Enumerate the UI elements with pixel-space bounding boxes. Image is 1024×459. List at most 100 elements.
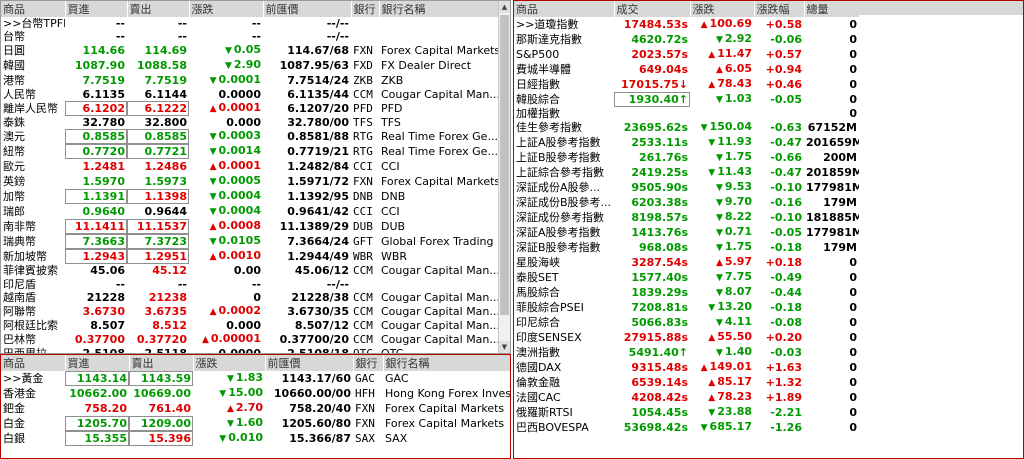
table-row[interactable]: 佳生參考指數 23695.62s ▼ 150.04 -0.63 67152M xyxy=(514,120,859,135)
ask-price: 11.1537 xyxy=(127,219,189,235)
commodity-name: 新加坡幣 xyxy=(3,250,47,264)
column-header[interactable]: 賣出 xyxy=(127,1,190,17)
column-header[interactable]: 買進 xyxy=(65,355,130,371)
table-row[interactable]: 巴西里拉 2.5108 2.5118 0.0000 2.5108/18 OTC OTC xyxy=(1,347,499,353)
column-header[interactable]: 總量 xyxy=(804,1,860,17)
previous-quote: 1.2482/84 xyxy=(287,160,349,174)
table-row[interactable]: 阿聯幣 3.6730 3.6735 ▲ 0.0002 3.6730/35 CCM Cougar… xyxy=(1,304,499,319)
scroll-down-icon[interactable]: ▼ xyxy=(499,341,510,353)
column-header[interactable]: 漲跌 xyxy=(690,1,755,17)
column-header[interactable]: 銀行 xyxy=(353,355,384,371)
table-row[interactable]: 深証A股參考指數 1413.76s ▼ 0.71 -0.05 177981M xyxy=(514,225,859,240)
table-row[interactable]: 港幣 7.7519 7.7519 ▼ 0.0001 7.7514/24 ZKB ZKB xyxy=(1,73,499,88)
table-row[interactable]: 俄羅斯RTSI 1054.45s ▼ 23.88 -2.21 0 xyxy=(514,405,859,420)
table-row[interactable]: >>道瓊指數 17484.53s ▲ 100.69 +0.58 0 xyxy=(514,17,859,32)
table-row[interactable]: 香港金 10662.00 10669.00 ▼ 15.00 10660.00/00 HFH H… xyxy=(1,386,510,401)
table-row[interactable]: 韓國 1087.90 1088.58 ▼ 2.90 1087.95/63 FXD FX Dea… xyxy=(1,58,499,73)
change-value: 13.20 xyxy=(717,300,752,314)
table-row[interactable]: 紐幣 0.7720 0.7721 ▼ 0.0014 0.7719/21 RTG Real Ti… xyxy=(1,144,499,160)
bank-code: TFS xyxy=(353,116,373,130)
table-row[interactable]: 澳元 0.8585 0.8585 ▼ 0.0003 0.8581/88 RTG Real Ti… xyxy=(1,129,499,145)
fx-scrollbar[interactable]: ▲ ▼ xyxy=(498,1,510,353)
table-row[interactable]: 巴西BOVESPA 53698.42s ▼ 685.17 -1.26 0 xyxy=(514,420,859,435)
table-row[interactable]: 那斯達克指數 4620.72s ▼ 2.92 -0.06 0 xyxy=(514,32,859,47)
table-row[interactable]: 深証成份A股參... 9505.90s ▼ 9.53 -0.10 177981M xyxy=(514,180,859,195)
table-row[interactable]: 印尼盾 -- -- -- --/-- xyxy=(1,277,499,291)
volume: 179M xyxy=(823,196,857,210)
table-row[interactable]: 上証A股參考指數 2533.11s ▼ 11.93 -0.47 201659M xyxy=(514,135,859,150)
table-row[interactable]: >>黃金 1143.14 1143.59 ▼ 1.83 1143.17/60 GAC GAC xyxy=(1,371,510,386)
column-header[interactable]: 漲跌 xyxy=(189,1,264,17)
table-row[interactable]: 日經指數 17015.75↓ ▲ 78.43 +0.46 0 xyxy=(514,77,859,92)
table-row[interactable]: 白銀 15.355 15.396 ▼ 0.010 15.366/87 SAX SAX xyxy=(1,431,510,446)
table-row[interactable]: S&P500 2023.57s ▲ 11.47 +0.57 0 xyxy=(514,47,859,62)
down-arrow-icon: ▼ xyxy=(715,288,723,299)
ask-price: 0.9644 xyxy=(144,205,187,219)
table-row[interactable]: 台幣 -- -- -- --/-- xyxy=(1,30,499,43)
table-row[interactable]: 人民幣 6.1135 6.1144 0.0000 6.1135/44 CCM Cougar … xyxy=(1,88,499,101)
scroll-up-icon[interactable]: ▲ xyxy=(499,1,510,13)
ask-price: 0.7721 xyxy=(127,144,189,160)
table-row[interactable]: 深証成份參考指數 8198.57s ▼ 8.22 -0.10 181885M xyxy=(514,210,859,225)
table-row[interactable]: 南非幣 11.1411 11.1537 ▲ 0.0008 11.1389/29 DUB DUB xyxy=(1,219,499,235)
change-cell: ▲ 78.23 xyxy=(690,390,754,405)
table-row[interactable]: 菲股綜合PSEI 7208.81s ▼ 13.20 -0.18 0 xyxy=(514,300,859,315)
column-header[interactable]: 漲跌幅 xyxy=(754,1,805,17)
change-value: 0.71 xyxy=(724,225,752,239)
down-arrow-icon: ▼ xyxy=(715,348,723,359)
table-row[interactable]: 鈀金 758.20 761.40 ▲ 2.70 758.20/40 FXN Forex Cap… xyxy=(1,401,510,416)
change-percent: +0.46 xyxy=(765,78,802,91)
column-header[interactable]: 賣出 xyxy=(129,355,194,371)
table-row[interactable]: 倫敦金融 6539.14s ▲ 85.17 +1.32 0 xyxy=(514,375,859,390)
table-row[interactable]: 泰銖 32.780 32.800 0.000 32.780/00 TFS TFS xyxy=(1,116,499,129)
table-row[interactable]: 菲律賓披索 45.06 45.12 0.00 45.06/12 CCM Cougar Cap… xyxy=(1,264,499,277)
down-arrow-icon: ▼ xyxy=(209,237,217,248)
table-row[interactable]: 印度SENSEX 27915.88s ▲ 55.50 +0.20 0 xyxy=(514,330,859,345)
table-row[interactable]: 巴林幣 0.37700 0.37720 ▲ 0.00001 0.37700/20 CCM Co… xyxy=(1,332,499,347)
fx-scroll-thumb[interactable] xyxy=(500,15,509,315)
table-row[interactable]: 日圓 114.66 114.69 ▼ 0.05 114.67/68 FXN Forex Cap… xyxy=(1,43,499,58)
table-row[interactable]: 深証成份B股參考... 6203.38s ▼ 9.70 -0.16 179M xyxy=(514,195,859,210)
index-name: 深証成份A股參... xyxy=(516,181,601,195)
table-row[interactable]: 深証B股參考指數 968.08s ▼ 1.75 -0.18 179M xyxy=(514,240,859,255)
column-header[interactable]: 商品 xyxy=(1,355,66,371)
table-row[interactable]: 星股海峽 3287.54s ▲ 5.97 +0.18 0 xyxy=(514,255,859,270)
table-row[interactable]: 法國CAC 4208.42s ▲ 78.23 +1.89 0 xyxy=(514,390,859,405)
column-header[interactable]: 前匯價 xyxy=(265,355,354,371)
table-row[interactable]: 瑞典幣 7.3663 7.3723 ▼ 0.0105 7.3664/24 GFT Global… xyxy=(1,234,499,250)
column-header[interactable]: 成交 xyxy=(614,1,691,17)
table-row[interactable]: 離岸人民幣 6.1202 6.1222 ▲ 0.0001 6.1207/20 PFD PFD xyxy=(1,101,499,117)
change-cell: ▲ 100.69 xyxy=(690,17,754,32)
column-header[interactable]: 買進 xyxy=(65,1,128,17)
table-row[interactable]: 阿根廷比索 8.507 8.512 0.000 8.507/12 CCM Cougar Ca… xyxy=(1,319,499,332)
table-row[interactable]: 新加坡幣 1.2943 1.2951 ▲ 0.0010 1.2944/49 WBR WBR xyxy=(1,249,499,265)
table-row[interactable]: 泰股SET 1577.40s ▼ 7.75 -0.49 0 xyxy=(514,270,859,285)
table-row[interactable]: 歐元 1.2481 1.2486 ▲ 0.0001 1.2482/84 CCI CCI xyxy=(1,159,499,174)
table-row[interactable]: 費城半導體 649.04s ▲ 6.05 +0.94 0 xyxy=(514,62,859,77)
table-row[interactable]: >>台幣TPFI -- -- -- --/-- xyxy=(1,17,499,30)
column-header[interactable]: 前匯價 xyxy=(263,1,352,17)
table-row[interactable]: 越南盾 21228 21238 0 21228/38 CCM Cougar Capital … xyxy=(1,291,499,304)
table-row[interactable]: 上証B股參考指數 261.76s ▼ 1.75 -0.66 200M xyxy=(514,150,859,165)
column-header[interactable]: 商品 xyxy=(514,1,615,17)
table-row[interactable]: 馬股綜合 1839.29s ▼ 8.07 -0.44 0 xyxy=(514,285,859,300)
table-row[interactable]: 瑞郎 0.9640 0.9644 ▼ 0.0004 0.9641/42 CCI CCI xyxy=(1,204,499,219)
table-row[interactable]: 上証綜合參考指數 2419.25s ▼ 11.43 -0.47 201859M xyxy=(514,165,859,180)
bank-code: CCI xyxy=(353,205,373,219)
table-row[interactable]: 白金 1205.70 1209.00 ▼ 1.60 1205.60/80 FXN Forex … xyxy=(1,416,510,431)
table-row[interactable]: 英鎊 1.5970 1.5973 ▼ 0.0005 1.5971/72 FXN Forex C… xyxy=(1,174,499,189)
table-row[interactable]: 澳洲指數 5491.40↑ ▼ 1.40 -0.03 0 xyxy=(514,345,859,360)
up-arrow-icon: ▲ xyxy=(209,222,217,233)
table-row[interactable]: 加幣 1.1391 1.1398 ▼ 0.0004 1.1392/95 DNB DNB xyxy=(1,189,499,205)
change-cell: -- xyxy=(189,30,263,43)
last-price: 5491.40↑ xyxy=(628,346,688,360)
table-row[interactable]: 加權指數 0 xyxy=(514,107,859,120)
column-header[interactable]: 銀行 xyxy=(351,1,380,17)
column-header[interactable]: 漲跌 xyxy=(193,355,266,371)
table-row[interactable]: 印尼綜合 5066.83s ▼ 4.11 -0.08 0 xyxy=(514,315,859,330)
table-row[interactable]: 德國DAX 9315.48s ▲ 149.01 +1.63 0 xyxy=(514,360,859,375)
column-header[interactable]: 銀行名稱 xyxy=(383,355,510,371)
column-header[interactable]: 商品 xyxy=(1,1,66,17)
column-header[interactable]: 銀行名稱 xyxy=(379,1,500,17)
table-row[interactable]: 韓股綜合 1930.40↑ ▼ 1.03 -0.05 0 xyxy=(514,92,859,107)
